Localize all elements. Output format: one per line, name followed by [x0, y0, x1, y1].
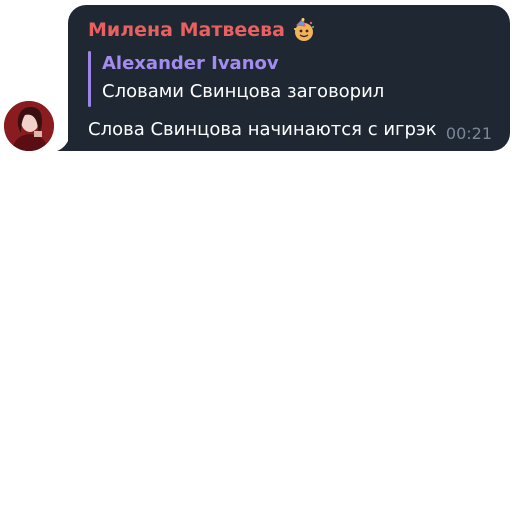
reply-bar — [88, 51, 91, 107]
message-text: Слова Свинцова начинаются с игрэк — [88, 119, 437, 140]
message-time: 00:21 — [445, 124, 492, 143]
party-emoji-icon — [291, 17, 317, 43]
reply-preview[interactable]: Alexander Ivanov Словами Свинцова загово… — [88, 51, 388, 107]
sender-row: Милена Матвеева — [88, 17, 317, 43]
avatar[interactable] — [4, 101, 54, 151]
sender-name[interactable]: Милена Матвеева — [88, 19, 285, 41]
chat-area: Милена Матвеева Alexander Ivanov Словами… — [0, 0, 512, 512]
reply-author: Alexander Ivanov — [102, 53, 279, 74]
reply-text: Словами Свинцова заговорил — [102, 81, 385, 102]
message-bubble[interactable]: Милена Матвеева Alexander Ivanov Словами… — [68, 5, 510, 151]
